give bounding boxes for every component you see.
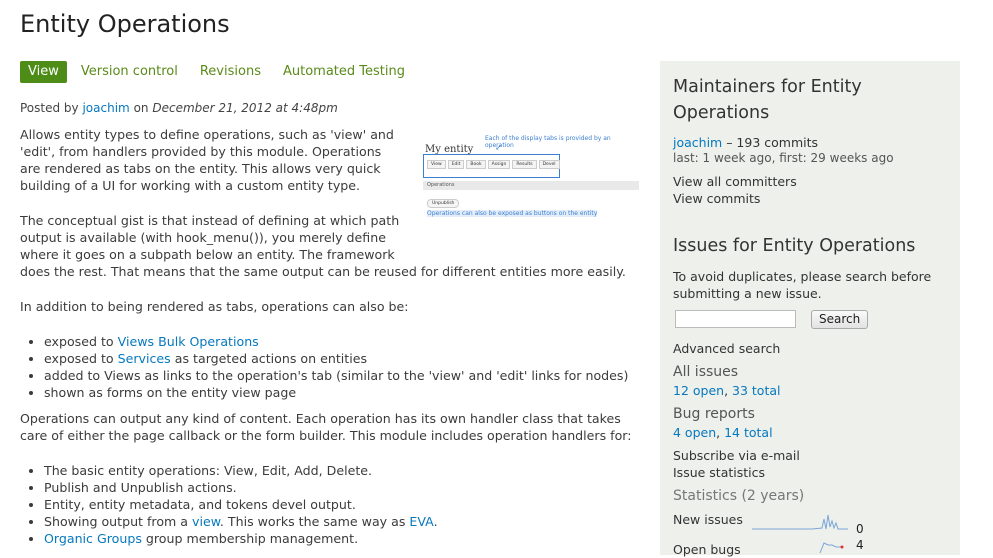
advanced-search-link[interactable]: Advanced search bbox=[673, 340, 780, 357]
tabs-bar: View Version control Revisions Automated… bbox=[20, 61, 419, 83]
tab-version-control[interactable]: Version control bbox=[73, 61, 186, 83]
list-item: Showing output from a view. This works t… bbox=[44, 513, 438, 530]
services-link[interactable]: Services bbox=[118, 351, 171, 366]
text-line: care of either the page callback or the … bbox=[20, 428, 632, 443]
thumb-tab: Results bbox=[512, 160, 537, 169]
views-bulk-operations-link[interactable]: Views Bulk Operations bbox=[118, 334, 259, 349]
new-issues-label: New issues bbox=[673, 512, 743, 527]
author-link[interactable]: joachim bbox=[82, 101, 129, 115]
all-issues-label: All issues bbox=[673, 364, 739, 380]
tab-revisions[interactable]: Revisions bbox=[192, 61, 269, 83]
intro-paragraph: Allows entity types to define operations… bbox=[20, 126, 394, 194]
subscribe-email-link[interactable]: Subscribe via e-mail bbox=[673, 447, 800, 464]
posted-prefix: Posted by bbox=[20, 101, 79, 115]
all-issues-open-link[interactable]: 12 open bbox=[673, 383, 724, 398]
tab-automated-testing[interactable]: Automated Testing bbox=[275, 61, 413, 83]
avoid-duplicates-text: To avoid duplicates, please search befor… bbox=[673, 269, 932, 301]
statistics-label: Statistics (2 years) bbox=[673, 488, 805, 504]
thumb-tabs: View Edit Book Assign Results Devel bbox=[427, 160, 562, 169]
organic-groups-link[interactable]: Organic Groups bbox=[44, 531, 142, 546]
thumb-tab: Assign bbox=[487, 160, 511, 169]
issue-statistics-link[interactable]: Issue statistics bbox=[673, 464, 765, 481]
gist-paragraph: The conceptual gist is that instead of d… bbox=[20, 212, 626, 280]
text-line: Operations can output any kind of conten… bbox=[20, 411, 621, 426]
posted-on: on bbox=[133, 101, 149, 115]
eva-link[interactable]: EVA bbox=[409, 514, 433, 529]
arrow-icon: ↙ bbox=[495, 143, 503, 153]
list-item: Entity, entity metadata, and tokens deve… bbox=[44, 496, 438, 513]
tabs-paragraph: In addition to being rendered as tabs, o… bbox=[20, 299, 409, 314]
handlers-paragraph: Operations can output any kind of conten… bbox=[20, 410, 632, 444]
bug-reports-open-link[interactable]: 4 open bbox=[673, 425, 716, 440]
text-line: output is available (with hook_menu()), … bbox=[20, 230, 386, 245]
posted-date: December 21, 2012 at 4:48pm bbox=[152, 101, 338, 115]
view-link[interactable]: view bbox=[192, 514, 220, 529]
text-line: where it goes on a subpath below an enti… bbox=[20, 247, 395, 262]
commit-count: – 193 commits bbox=[722, 135, 819, 150]
maintainers-heading: Maintainers for Entity Operations bbox=[673, 77, 862, 123]
open-bugs-value: 4 bbox=[856, 538, 864, 552]
thumb-operations-bar: Operations bbox=[423, 181, 639, 190]
thumb-unpublish-button: Unpublish bbox=[427, 199, 460, 208]
thumb-tab: Book bbox=[466, 160, 486, 169]
all-issues-total-link[interactable]: 33 total bbox=[732, 383, 780, 398]
list-item: exposed to Services as targeted actions … bbox=[44, 350, 628, 367]
maintainer-link[interactable]: joachim bbox=[673, 135, 722, 150]
text-line: The conceptual gist is that instead of d… bbox=[20, 213, 400, 228]
list-item: Organic Groups group membership manageme… bbox=[44, 530, 438, 547]
issues-heading: Issues for Entity Operations bbox=[673, 236, 916, 256]
thumb-tab: Devel bbox=[538, 160, 560, 169]
handlers-list: The basic entity operations: View, Edit,… bbox=[26, 462, 438, 547]
maintainer-entry: joachim – 193 commits bbox=[673, 134, 818, 151]
bug-reports-counts: 4 open, 14 total bbox=[673, 425, 773, 440]
maintainer-meta: last: 1 week ago, first: 29 weeks ago bbox=[673, 151, 894, 165]
thumb-annotation-top: Each of the display tabs is provided by … bbox=[485, 135, 611, 149]
text-line: does the rest. That means that the same … bbox=[20, 264, 626, 279]
open-bugs-sparkline bbox=[819, 542, 844, 554]
sidebar: Maintainers for Entity Operations joachim… bbox=[660, 61, 960, 557]
view-all-committers-link[interactable]: View all committers bbox=[673, 173, 797, 190]
list-item: Publish and Unpublish actions. bbox=[44, 479, 438, 496]
view-commits-link[interactable]: View commits bbox=[673, 190, 760, 207]
thumb-tab: Edit bbox=[447, 160, 465, 169]
page-title: Entity Operations bbox=[20, 10, 230, 38]
exposure-list: exposed to Views Bulk Operations exposed… bbox=[26, 333, 628, 401]
bug-reports-label: Bug reports bbox=[673, 406, 755, 422]
new-issues-value: 0 bbox=[856, 522, 864, 536]
tab-view[interactable]: View bbox=[20, 61, 67, 83]
thumb-tab: View bbox=[427, 160, 446, 169]
text-line: 'edit', from handlers provided by this m… bbox=[20, 144, 382, 159]
all-issues-counts: 12 open, 33 total bbox=[673, 383, 781, 398]
search-button[interactable]: Search bbox=[811, 310, 869, 329]
open-bugs-label: Open bugs bbox=[673, 542, 741, 557]
bug-reports-total-link[interactable]: 14 total bbox=[724, 425, 772, 440]
list-item: shown as forms on the entity view page bbox=[44, 384, 628, 401]
list-item: added to Views as links to the operation… bbox=[44, 367, 628, 384]
list-item: exposed to Views Bulk Operations bbox=[44, 333, 628, 350]
text-line: are rendered as tabs on the entity. This… bbox=[20, 161, 381, 176]
issue-search-input[interactable] bbox=[675, 310, 796, 328]
new-issues-sparkline bbox=[752, 514, 848, 530]
text-line: Allows entity types to define operations… bbox=[20, 127, 394, 142]
posted-line: Posted by joachim on December 21, 2012 a… bbox=[20, 101, 338, 115]
text-line: building of a UI for working with a cust… bbox=[20, 178, 361, 193]
list-item: The basic entity operations: View, Edit,… bbox=[44, 462, 438, 479]
